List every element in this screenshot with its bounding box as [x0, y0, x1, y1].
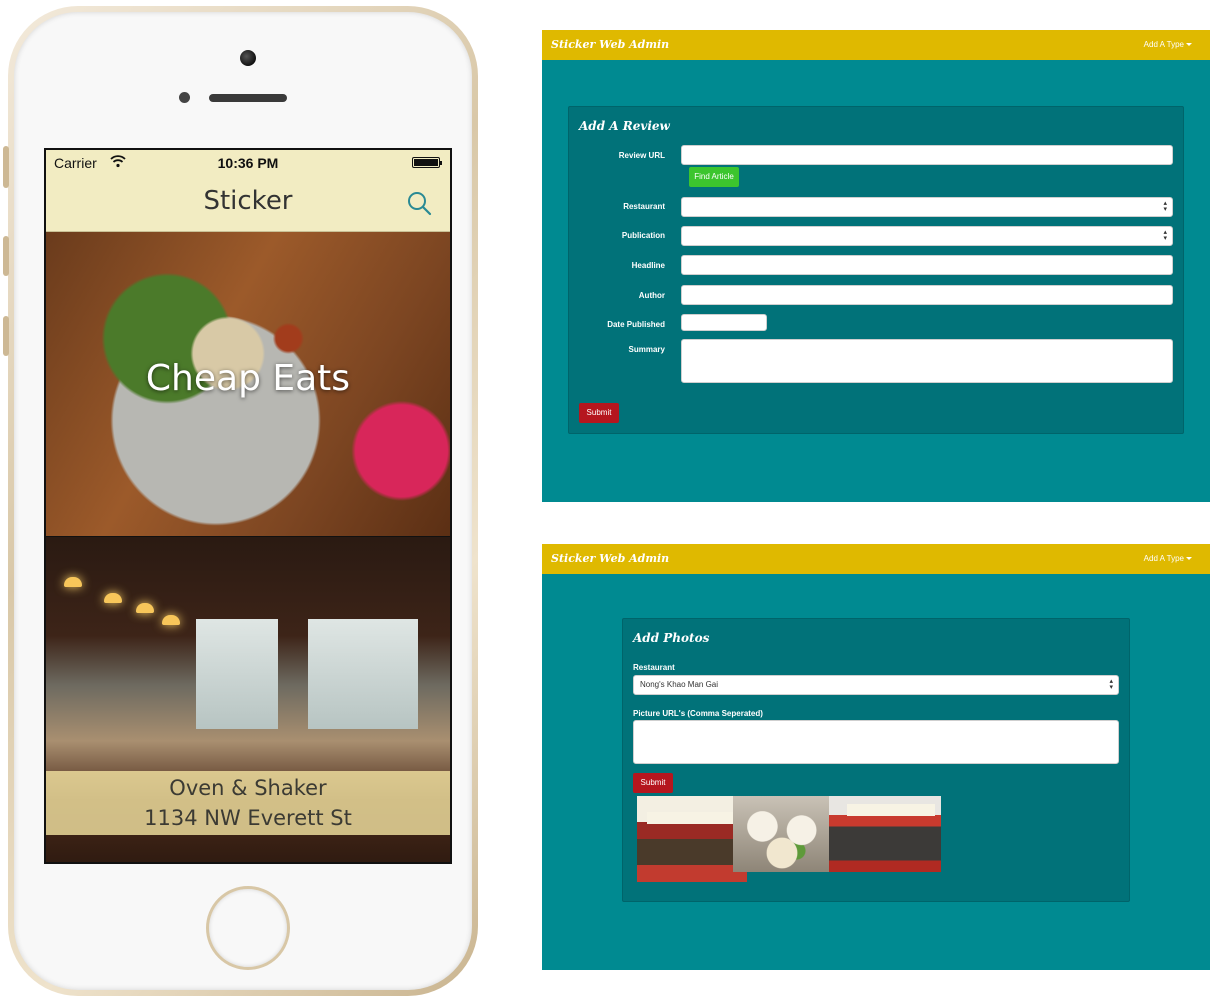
caret-down-icon — [1186, 557, 1192, 561]
picture-urls-textarea[interactable] — [633, 720, 1119, 764]
form-heading: Add Photos — [633, 631, 710, 645]
phone-screen: Carrier 10:36 PM Sticker Cheap Eats Oven… — [44, 148, 452, 864]
restaurant-select[interactable]: Nong's Khao Man Gai ▴ ▾ — [633, 675, 1119, 695]
add-type-label: Add A Type — [1143, 554, 1184, 563]
photo-lamp — [64, 577, 82, 587]
caret-down-icon — [1186, 43, 1192, 47]
volume-up-button — [3, 236, 9, 276]
submit-review-button[interactable]: Submit — [579, 403, 619, 423]
form-heading: Add A Review — [579, 119, 670, 133]
author-label: Author — [638, 291, 665, 300]
app-navbar: Sticker — [46, 176, 450, 232]
author-input[interactable] — [681, 285, 1173, 305]
photo-thumbnail[interactable] — [733, 796, 831, 872]
add-type-label: Add A Type — [1143, 40, 1184, 49]
restaurant-caption: Oven & Shaker 1134 NW Everett St — [46, 771, 450, 835]
restaurant-address: 1134 NW Everett St — [144, 806, 352, 830]
earpiece-speaker — [209, 94, 287, 102]
app-title: Sticker — [203, 186, 293, 216]
front-camera — [240, 50, 256, 66]
thumbnail-sign — [647, 812, 741, 824]
thumbnail-sign — [847, 804, 935, 816]
category-card[interactable]: Cheap Eats — [46, 232, 450, 536]
photo-thumbnail[interactable] — [829, 796, 941, 872]
volume-down-button — [3, 316, 9, 356]
restaurant-label: Restaurant — [623, 202, 665, 211]
headline-input[interactable] — [681, 255, 1173, 275]
restaurant-name: Oven & Shaker — [169, 776, 327, 800]
photo-thumbnail[interactable] — [637, 796, 747, 882]
photo-window — [196, 619, 278, 729]
admin-topbar: Sticker Web Admin Add A Type — [542, 30, 1210, 60]
search-icon[interactable] — [406, 190, 432, 216]
proximity-sensor — [179, 92, 190, 103]
admin-brand[interactable]: Sticker Web Admin — [551, 38, 669, 51]
select-arrows-icon: ▴ ▾ — [1163, 229, 1167, 242]
publication-select[interactable]: ▴ ▾ — [681, 226, 1173, 246]
restaurant-select-value: Nong's Khao Man Gai — [640, 680, 719, 689]
headline-label: Headline — [631, 261, 665, 270]
date-published-label: Date Published — [607, 320, 665, 329]
admin-photos-panel: Sticker Web Admin Add A Type Add Photos … — [542, 544, 1210, 970]
clock: 10:36 PM — [217, 155, 279, 171]
publication-label: Publication — [621, 231, 665, 240]
battery-icon — [412, 157, 442, 168]
summary-label: Summary — [628, 345, 665, 354]
photo-lamp — [136, 603, 154, 613]
category-label: Cheap Eats — [145, 358, 351, 399]
picture-urls-label: Picture URL's (Comma Seperated) — [633, 709, 763, 718]
restaurant-select[interactable]: ▴ ▾ — [681, 197, 1173, 217]
review-url-label: Review URL — [618, 151, 665, 160]
restaurant-card[interactable]: Oven & Shaker 1134 NW Everett St — [46, 537, 450, 862]
status-bar: Carrier 10:36 PM — [46, 150, 450, 176]
review-url-input[interactable] — [681, 145, 1173, 165]
admin-brand[interactable]: Sticker Web Admin — [551, 552, 669, 565]
iphone-frame: Carrier 10:36 PM Sticker Cheap Eats Oven… — [3, 6, 478, 996]
home-button[interactable] — [206, 886, 290, 970]
mute-switch — [3, 146, 9, 188]
photo-lamp — [162, 615, 180, 625]
photo-window — [308, 619, 418, 729]
find-article-button[interactable]: Find Article — [689, 167, 739, 187]
phone-body: Carrier 10:36 PM Sticker Cheap Eats Oven… — [14, 12, 472, 990]
date-published-input[interactable] — [681, 314, 767, 331]
add-type-menu[interactable]: Add A Type — [1144, 554, 1192, 563]
summary-textarea[interactable] — [681, 339, 1173, 383]
add-type-menu[interactable]: Add A Type — [1144, 40, 1192, 49]
select-arrows-icon: ▴ ▾ — [1109, 678, 1113, 691]
submit-photos-button[interactable]: Submit — [633, 773, 673, 793]
admin-review-panel: Sticker Web Admin Add A Type Add A Revie… — [542, 30, 1210, 502]
restaurant-label: Restaurant — [633, 663, 675, 672]
select-arrows-icon: ▴ ▾ — [1163, 200, 1167, 213]
review-form-well: Add A Review Review URL Find Article Res… — [568, 106, 1184, 434]
showcase: Carrier 10:36 PM Sticker Cheap Eats Oven… — [0, 0, 1210, 1004]
admin-topbar: Sticker Web Admin Add A Type — [542, 544, 1210, 574]
photo-lamp — [104, 593, 122, 603]
